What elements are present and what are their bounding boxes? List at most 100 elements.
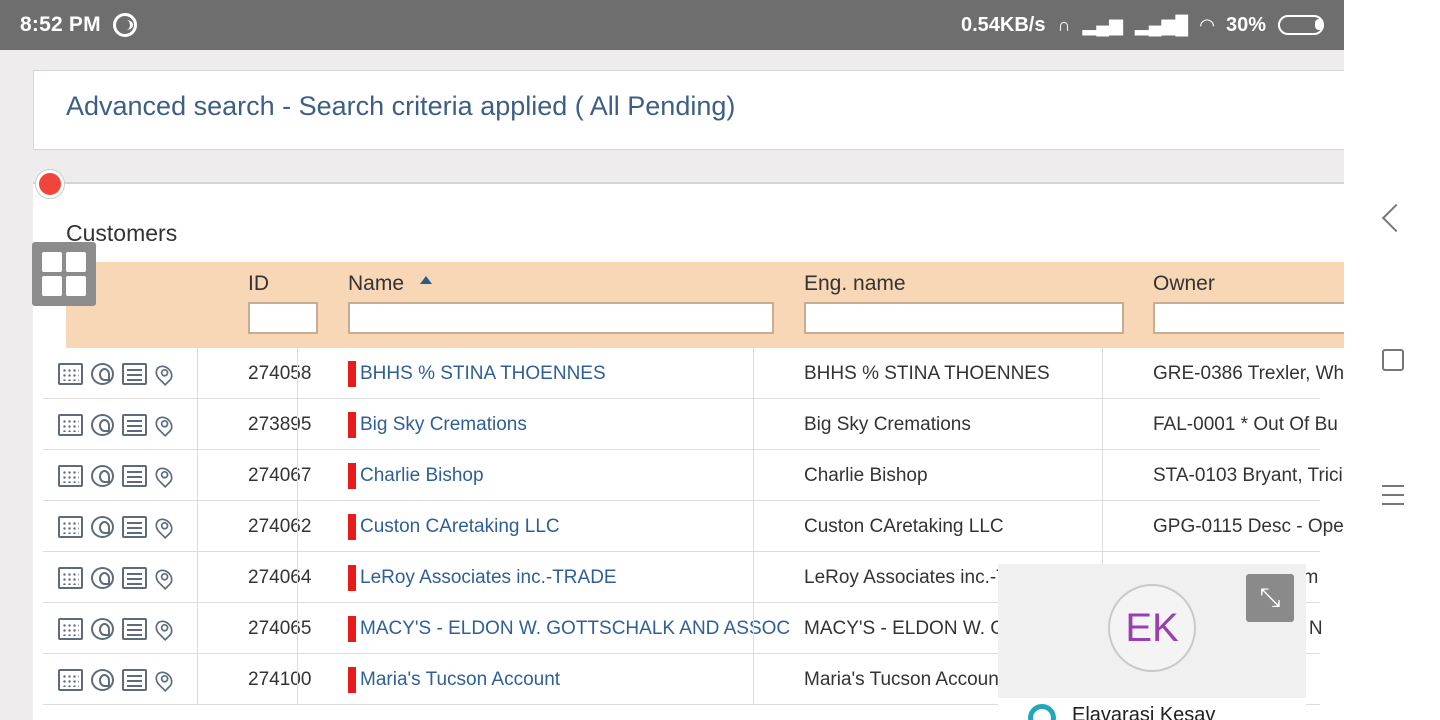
column-divider [1102,348,1103,399]
filter-owner-input[interactable] [1153,302,1344,334]
location-pin-icon[interactable] [151,412,177,437]
column-divider [297,501,298,552]
phone-icon[interactable] [91,617,114,640]
location-pin-icon[interactable] [151,565,177,590]
home-icon[interactable] [1382,349,1404,371]
phone-icon[interactable] [91,515,114,538]
row-actions [43,552,188,603]
customer-id: 274064 [248,566,312,588]
back-icon[interactable] [1381,203,1411,233]
column-name-label: Name [348,272,405,295]
contact-card-icon[interactable] [122,617,147,640]
chat-widget[interactable]: EK ⤡ Elavarasi Kesav [998,564,1306,720]
row-actions [43,348,188,399]
column-divider [753,450,754,501]
battery-icon [1278,15,1324,35]
filter-eng-name-input[interactable] [804,302,1124,334]
row-actions [43,450,188,501]
table-row[interactable]: 273895 Big Sky Cremations Big Sky Crematio… [43,399,1338,450]
customer-name[interactable]: Big Sky Cremations [360,414,527,436]
calendar-icon[interactable] [58,515,83,538]
customer-name-link[interactable]: Custon CAretaking LLC [348,501,793,552]
column-divider [297,654,298,705]
table-row[interactable]: 274067 Charlie Bishop Charlie Bishop STA-01… [43,450,1343,501]
column-divider [753,399,754,450]
table-row[interactable]: 274062 Custon CAretaking LLC Custon CAreta… [43,501,1344,552]
column-owner[interactable]: Owner [1153,272,1215,296]
customer-eng-name: Custon CAretaking LLC [804,515,1004,537]
customer-id: 273895 [248,413,312,435]
column-eng-name[interactable]: Eng. name [804,272,906,296]
status-time: 8:52 PM [20,13,101,36]
filter-id-input[interactable] [248,302,318,334]
calendar-icon[interactable] [58,413,83,436]
customer-name[interactable]: BHHS % STINA THOENNES [360,363,606,385]
status-flag [348,360,356,387]
signal-full-icon: ▂▄▆█ [1134,14,1189,35]
customer-name-link[interactable]: MACY'S - ELDON W. GOTTSCHALK AND ASSOC [348,603,793,654]
customer-name-link[interactable]: Big Sky Cremations [348,399,793,450]
customer-name[interactable]: LeRoy Associates inc.-TRADE [360,567,617,589]
customer-id: 274067 [248,464,312,486]
chat-caller-name: Elavarasi Kesav [1072,704,1216,720]
contact-card-icon[interactable] [122,413,147,436]
column-divider [197,552,198,603]
contact-card-icon[interactable] [122,515,147,538]
collapse-icon[interactable]: ⤡ [1246,574,1294,622]
customer-name[interactable]: Custon CAretaking LLC [360,516,560,538]
column-divider [1102,399,1103,450]
grid-cell [66,276,86,296]
filter-name-input[interactable] [348,302,774,334]
avatar[interactable]: EK [1108,584,1196,672]
customer-name-link[interactable]: LeRoy Associates inc.-TRADE [348,552,793,603]
column-divider [297,603,298,654]
column-name[interactable]: Name [348,272,433,296]
status-dot[interactable] [36,170,64,198]
customer-owner: GPG-0115 Desc - Ope [1153,515,1344,537]
phone-icon[interactable] [91,566,114,589]
phone-icon[interactable] [91,668,114,691]
customer-name[interactable]: Maria's Tucson Account [360,669,560,691]
customer-name-link[interactable]: Charlie Bishop [348,450,793,501]
status-flag [348,564,356,591]
contact-card-icon[interactable] [122,464,147,487]
search-title[interactable]: Advanced search - Search criteria applie… [66,91,735,122]
network-speed: 0.54KB/s [960,13,1046,36]
column-divider [197,501,198,552]
table-row[interactable]: 274058 BHHS % STINA THOENNES BHHS % STINA … [43,348,1344,399]
column-divider [753,654,754,705]
customer-id: 274100 [248,668,312,690]
contact-card-icon[interactable] [122,566,147,589]
customer-eng-name: Charlie Bishop [804,464,928,486]
customer-name-link[interactable]: Maria's Tucson Account [348,654,793,705]
column-divider [1102,501,1103,552]
column-divider [297,450,298,501]
search-header: Advanced search - Search criteria applie… [33,70,1344,150]
column-divider [197,654,198,705]
calendar-icon[interactable] [58,617,83,640]
customer-name[interactable]: MACY'S - ELDON W. GOTTSCHALK AND ASSOC [360,618,790,640]
contact-card-icon[interactable] [122,362,147,385]
location-pin-icon[interactable] [151,514,177,539]
calendar-icon[interactable] [58,668,83,691]
column-divider [197,450,198,501]
location-pin-icon[interactable] [151,667,177,692]
phone-icon[interactable] [91,362,114,385]
grid-view-button[interactable] [32,242,96,306]
calendar-icon[interactable] [58,362,83,385]
row-actions [43,654,188,705]
calendar-icon[interactable] [58,464,83,487]
location-pin-icon[interactable] [151,463,177,488]
status-flag [348,462,356,489]
location-pin-icon[interactable] [151,616,177,641]
phone-icon[interactable] [91,464,114,487]
column-divider [297,348,298,399]
location-pin-icon[interactable] [151,361,177,386]
menu-icon[interactable] [1382,485,1404,505]
calendar-icon[interactable] [58,566,83,589]
customer-name-link[interactable]: BHHS % STINA THOENNES [348,348,793,399]
customer-name[interactable]: Charlie Bishop [360,465,484,487]
column-id[interactable]: ID [248,272,269,296]
contact-card-icon[interactable] [122,668,147,691]
phone-icon[interactable] [91,413,114,436]
